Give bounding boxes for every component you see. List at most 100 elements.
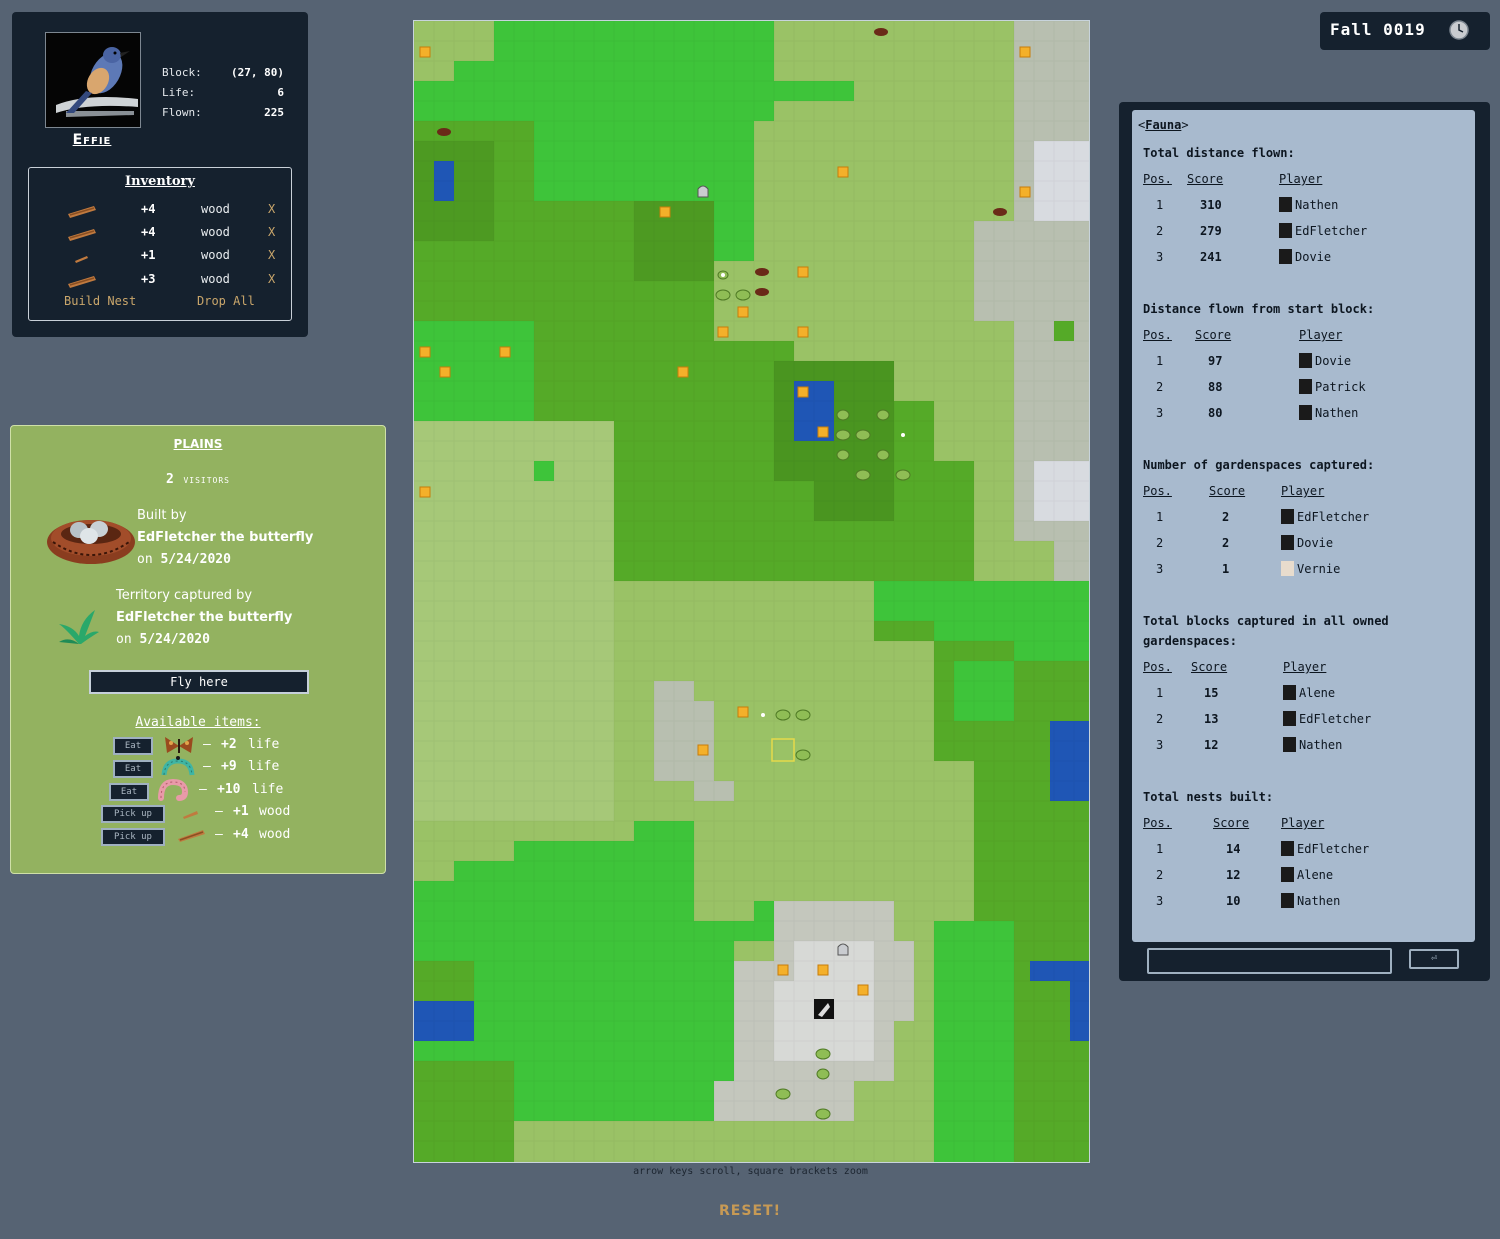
leaderboard-panel: <Fauna> Total distance flown: Pos. Score Pl…	[1119, 102, 1490, 981]
remove-item-button[interactable]: X	[268, 225, 275, 239]
row-pos: 2	[1156, 868, 1164, 882]
section-title: Total distance flown:	[1143, 146, 1295, 160]
section-title: Distance flown from start block:	[1143, 302, 1375, 316]
flown-label: Flown:	[162, 106, 202, 119]
drop-all-button[interactable]: Drop All	[197, 294, 255, 308]
row-pos: 2	[1156, 224, 1164, 238]
send-button[interactable]: ⏎	[1409, 949, 1459, 969]
row-player[interactable]: Dovie	[1295, 250, 1331, 264]
pick-up-button[interactable]: Pick up	[101, 828, 165, 846]
built-by-name[interactable]: EdFletcher the butterfly	[137, 530, 313, 545]
stick-icon	[183, 811, 198, 819]
player-avatar-icon	[1279, 223, 1292, 238]
stick-icon	[75, 256, 88, 263]
territory-by-name[interactable]: EdFletcher the butterfly	[116, 610, 292, 625]
tab-fauna[interactable]: Fauna	[1145, 118, 1181, 132]
column-header-score: Score	[1187, 172, 1224, 186]
territory-on-date: 5/24/2020	[139, 632, 210, 647]
fly-here-button[interactable]: Fly here	[89, 670, 309, 694]
player-avatar	[45, 32, 141, 128]
row-player[interactable]: EdFletcher	[1297, 842, 1369, 856]
inventory-row: +3 wood X	[29, 270, 291, 290]
row-player[interactable]: Alene	[1299, 686, 1335, 700]
section-title-cont: gardenspaces:	[1143, 634, 1237, 648]
block-label: Block:	[162, 66, 202, 79]
build-nest-button[interactable]: Build Nest	[64, 294, 136, 308]
player-avatar-icon	[1299, 405, 1312, 420]
available-items-title: Available items:	[135, 715, 261, 730]
tab-next[interactable]: >	[1181, 118, 1188, 132]
leaderboard-tab[interactable]: <Fauna>	[1138, 118, 1189, 132]
row-player[interactable]: EdFletcher	[1295, 224, 1367, 238]
row-player[interactable]: EdFletcher	[1299, 712, 1371, 726]
row-score: 279	[1200, 224, 1222, 238]
row-score: 2	[1222, 510, 1230, 524]
map-terrain[interactable]	[414, 21, 1089, 1162]
row-player[interactable]: Nathen	[1315, 406, 1358, 420]
row-player[interactable]: Patrick	[1315, 380, 1366, 394]
row-player[interactable]: Nathen	[1299, 738, 1342, 752]
remove-item-button[interactable]: X	[268, 248, 275, 262]
player-avatar-icon	[1281, 841, 1294, 856]
column-header-player: Player	[1281, 484, 1325, 498]
row-pos: 2	[1156, 380, 1164, 394]
player-name[interactable]: Effie	[42, 132, 142, 148]
row-pos: 1	[1156, 842, 1164, 856]
column-header-pos: Pos.	[1143, 816, 1172, 830]
row-pos: 3	[1156, 562, 1164, 576]
available-amount: +9	[221, 759, 237, 774]
row-player[interactable]: Vernie	[1297, 562, 1340, 576]
map-hint: arrow keys scroll, square brackets zoom	[633, 1166, 868, 1177]
visitors-count: 2 visitors	[11, 468, 385, 487]
remove-item-button[interactable]: X	[268, 202, 275, 216]
built-on: on 5/24/2020	[137, 552, 231, 567]
chat-input[interactable]	[1147, 948, 1392, 974]
reset-button[interactable]: RESET!	[700, 1203, 800, 1219]
territory-leaf-icon	[55, 606, 101, 650]
player-avatar-icon	[1283, 737, 1296, 752]
player-avatar-icon	[1279, 249, 1292, 264]
row-score: 310	[1200, 198, 1222, 212]
section-title: Number of gardenspaces captured:	[1143, 458, 1375, 472]
inventory-box: Inventory +4 wood X +4 wood X +1 wood X …	[28, 167, 292, 321]
visitors-label: visitors	[183, 473, 230, 486]
row-pos: 3	[1156, 406, 1164, 420]
eat-button[interactable]: Eat	[113, 737, 153, 755]
player-avatar-icon	[1299, 379, 1312, 394]
available-item-row: Pick up — +4 wood	[11, 827, 385, 849]
row-score: 2	[1222, 536, 1230, 550]
player-avatar-icon	[1281, 509, 1294, 524]
visitors-number: 2	[166, 472, 174, 487]
available-unit: wood	[259, 804, 291, 819]
worm-icon	[158, 778, 189, 801]
available-dash: —	[203, 759, 211, 774]
available-unit: wood	[259, 827, 291, 842]
available-unit: life	[248, 737, 280, 752]
row-player[interactable]: Alene	[1297, 868, 1333, 882]
row-pos: 3	[1156, 250, 1164, 264]
row-player[interactable]: Nathen	[1297, 894, 1340, 908]
column-header-score: Score	[1213, 816, 1250, 830]
row-player[interactable]: Dovie	[1297, 536, 1333, 550]
inventory-row: +4 wood X	[29, 200, 291, 220]
available-item-row: Pick up — +1 wood	[11, 804, 385, 826]
row-player[interactable]: EdFletcher	[1297, 510, 1369, 524]
flown-value: 225	[264, 106, 284, 119]
player-avatar-icon	[1281, 561, 1294, 576]
row-score: 12	[1204, 738, 1219, 752]
built-on-date: 5/24/2020	[160, 552, 231, 567]
available-dash: —	[199, 782, 207, 797]
inventory-amount: +3	[141, 272, 156, 286]
remove-item-button[interactable]: X	[268, 272, 275, 286]
inventory-row: +1 wood X	[29, 246, 291, 266]
row-player[interactable]: Nathen	[1295, 198, 1338, 212]
season-label: Fall 0019	[1330, 20, 1426, 39]
eat-button[interactable]: Eat	[109, 783, 149, 801]
row-score: 97	[1208, 354, 1223, 368]
world-map[interactable]	[413, 20, 1090, 1163]
eat-button[interactable]: Eat	[113, 760, 153, 778]
row-score: 1	[1222, 562, 1230, 576]
row-player[interactable]: Dovie	[1315, 354, 1351, 368]
inventory-amount: +4	[141, 225, 156, 239]
pick-up-button[interactable]: Pick up	[101, 805, 165, 823]
